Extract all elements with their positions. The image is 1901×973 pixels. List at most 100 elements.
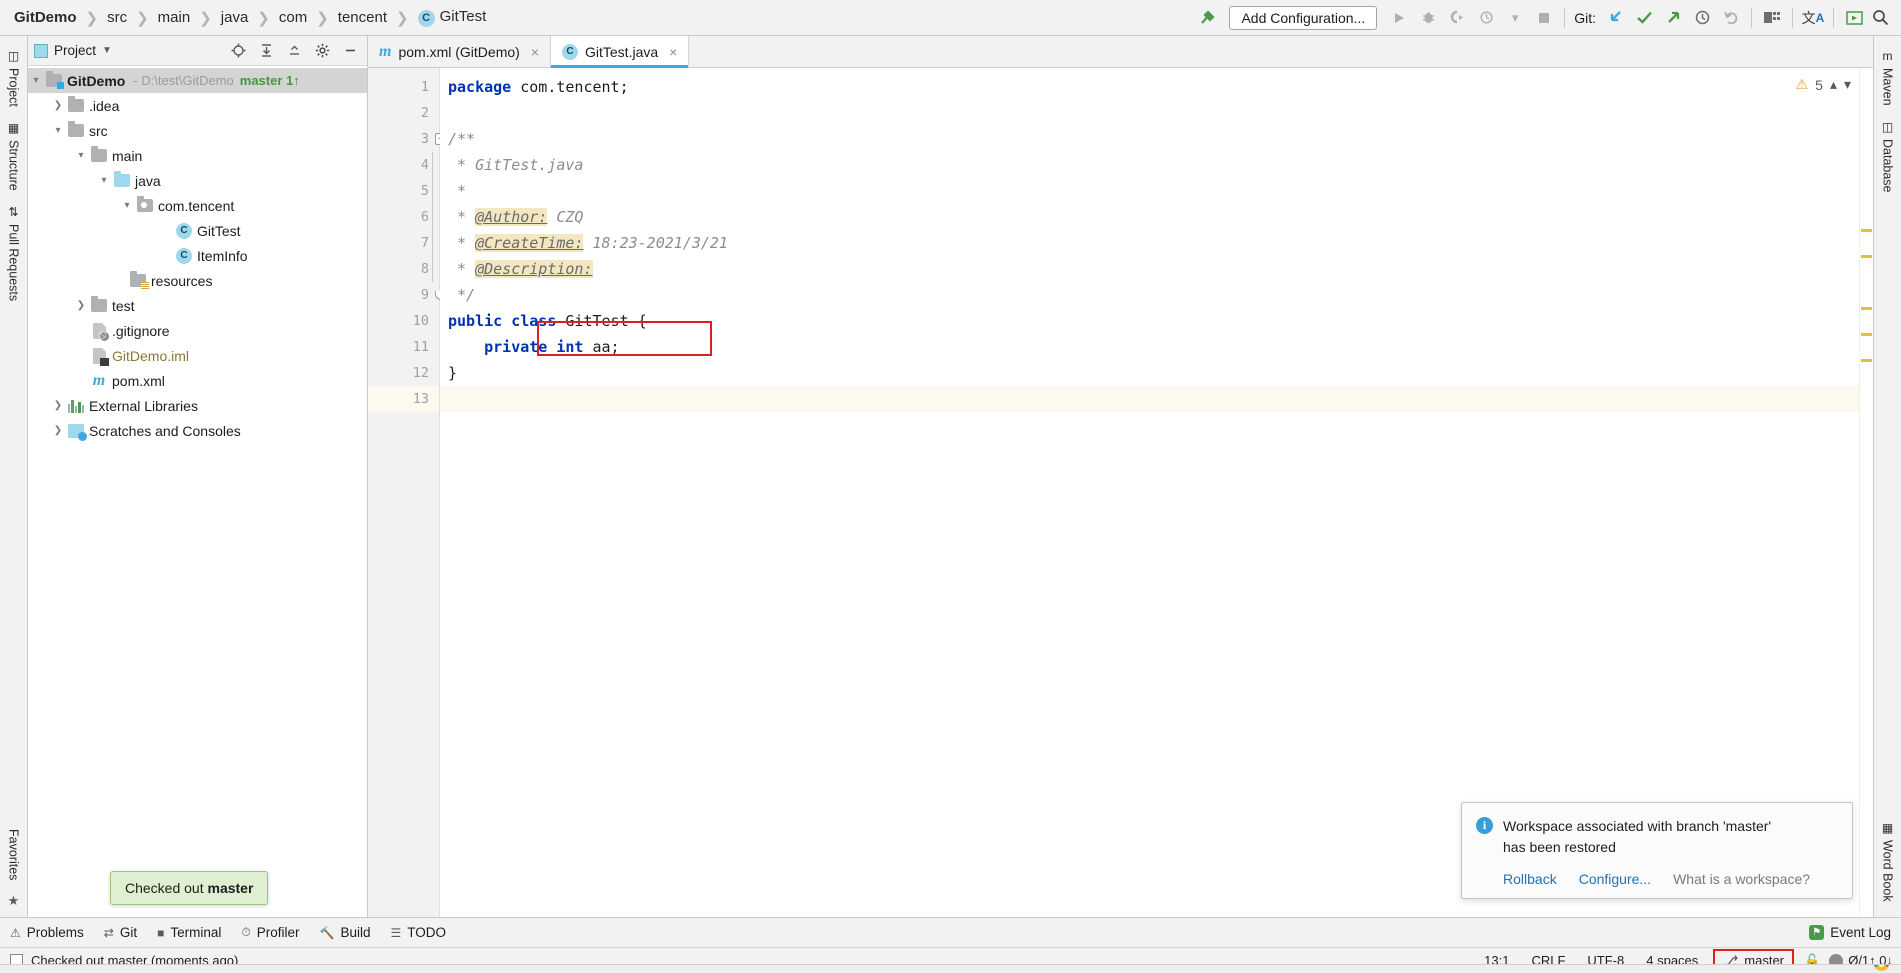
tab-gittest-java[interactable]: C GitTest.java ×: [551, 36, 690, 68]
breadcrumb-file[interactable]: C GitTest: [414, 8, 491, 27]
tree-row-gitdemo[interactable]: ▾ GitDemo - D:\test\GitDemo master 1↑: [28, 68, 367, 93]
tree-row-external-libraries[interactable]: ❯ External Libraries: [28, 393, 367, 418]
profile-icon[interactable]: [1473, 5, 1499, 31]
chevron-down-icon[interactable]: ▾: [50, 125, 66, 136]
git-history-icon[interactable]: [1689, 5, 1715, 31]
chevron-down-icon[interactable]: ▾: [96, 175, 112, 186]
checkout-tooltip-prefix: Checked out: [125, 880, 208, 896]
marker[interactable]: [1861, 255, 1872, 258]
chevron-right-icon[interactable]: ❯: [50, 100, 66, 111]
toolwindow-profiler[interactable]: ⏱ Profiler: [241, 925, 299, 940]
git-update-icon[interactable]: [1602, 5, 1628, 31]
tab-pom-xml[interactable]: m pom.xml (GitDemo) ×: [368, 36, 551, 67]
token-comment: *: [448, 260, 476, 278]
tree-row-gitignore[interactable]: ❯ ⃠ .gitignore: [28, 318, 367, 343]
right-rail-bottom: ▦ Word Book: [1881, 814, 1895, 917]
chevron-right-icon[interactable]: ❯: [50, 400, 66, 411]
project-tree[interactable]: ▾ GitDemo - D:\test\GitDemo master 1↑ ❯ …: [28, 66, 367, 917]
tree-row-gitdemo-iml[interactable]: ❯ GitDemo.iml: [28, 343, 367, 368]
tree-label: pom.xml: [112, 372, 165, 389]
chevron-down-icon[interactable]: ▾: [28, 75, 44, 86]
star-icon[interactable]: ★: [8, 893, 20, 909]
event-log-button[interactable]: ⚑ Event Log: [1809, 925, 1891, 940]
chevron-down-icon[interactable]: ▾: [119, 200, 135, 211]
rollback-link[interactable]: Rollback: [1503, 871, 1557, 887]
hammer-icon[interactable]: [1194, 5, 1220, 31]
tree-row-idea[interactable]: ❯ .idea: [28, 93, 367, 118]
tree-row-main[interactable]: ▾ main: [28, 143, 367, 168]
notification-balloon[interactable]: i Workspace associated with branch 'mast…: [1461, 802, 1853, 899]
stop-icon[interactable]: [1531, 5, 1557, 31]
tree-row-resources[interactable]: ❯ resources: [28, 268, 367, 293]
close-icon[interactable]: ×: [669, 44, 677, 60]
chevron-down-icon[interactable]: ▾: [1502, 5, 1528, 31]
inspection-widget[interactable]: ⚠ 5 ▴ ▾: [1796, 76, 1851, 93]
sidebar-item-maven[interactable]: m Maven: [1881, 42, 1895, 113]
tree-row-pom-xml[interactable]: ❯ m pom.xml: [28, 368, 367, 393]
toolwindow-problems[interactable]: ⚠ Problems: [10, 925, 84, 940]
toolwindow-todo[interactable]: ☰ TODO: [391, 925, 447, 940]
run-icon[interactable]: [1386, 5, 1412, 31]
hide-icon[interactable]: [339, 40, 361, 62]
token-comment: */: [448, 286, 476, 304]
sidebar-item-structure[interactable]: ▦ Structure: [7, 114, 21, 198]
breadcrumb-item-3[interactable]: java: [217, 9, 253, 26]
translate-icon[interactable]: 文A: [1800, 5, 1826, 31]
sidebar-item-favorites[interactable]: Favorites: [7, 822, 21, 887]
close-icon[interactable]: ×: [531, 44, 539, 60]
git-label: Git:: [1574, 9, 1596, 26]
toolwindow-build[interactable]: 🔨 Build: [320, 925, 371, 940]
code-editor[interactable]: ⚠ 5 ▴ ▾ 1 2 3− 4 5 6 7 8 9 10 11: [368, 68, 1873, 917]
tree-label: .idea: [89, 97, 120, 114]
search-everywhere-icon[interactable]: [1867, 5, 1893, 31]
chevron-down-icon[interactable]: ▾: [1844, 76, 1851, 93]
breadcrumb-item-0[interactable]: GitDemo: [10, 9, 81, 26]
chevron-down-icon[interactable]: ▾: [73, 150, 89, 161]
tree-row-scratches[interactable]: ❯ Scratches and Consoles: [28, 418, 367, 443]
marker[interactable]: [1861, 359, 1872, 362]
breadcrumb-item-1[interactable]: src: [103, 9, 131, 26]
tree-row-test[interactable]: ❯ test: [28, 293, 367, 318]
git-rollback-icon[interactable]: [1718, 5, 1744, 31]
marker[interactable]: [1861, 307, 1872, 310]
project-structure-icon[interactable]: [1759, 5, 1785, 31]
libraries-icon: [66, 399, 86, 413]
debug-icon[interactable]: [1415, 5, 1441, 31]
marker[interactable]: [1861, 229, 1872, 232]
breadcrumb-item-5[interactable]: tencent: [334, 9, 391, 26]
git-push-icon[interactable]: [1660, 5, 1686, 31]
chevron-right-icon[interactable]: ❯: [50, 425, 66, 436]
chevron-right-icon[interactable]: ❯: [73, 300, 89, 311]
sidebar-item-project[interactable]: ◫ Project: [7, 42, 21, 114]
code-content[interactable]: package com.tencent; /** * GitTest.java …: [440, 68, 1859, 917]
settings-icon[interactable]: [311, 40, 333, 62]
chevron-up-icon[interactable]: ▴: [1830, 76, 1837, 93]
breadcrumb-item-2[interactable]: main: [154, 9, 195, 26]
code-line-1: package com.tencent;: [440, 74, 1859, 100]
collapse-all-icon[interactable]: [283, 40, 305, 62]
marker-stripe[interactable]: [1859, 68, 1873, 917]
chrome-icon[interactable]: [1874, 965, 1889, 971]
configure-link[interactable]: Configure...: [1579, 871, 1651, 887]
tree-row-iteminfo[interactable]: ❯ C ItemInfo: [28, 243, 367, 268]
tree-row-com-tencent[interactable]: ▾ com.tencent: [28, 193, 367, 218]
expand-all-icon[interactable]: [255, 40, 277, 62]
git-commit-icon[interactable]: [1631, 5, 1657, 31]
breadcrumb-item-4[interactable]: com: [275, 9, 311, 26]
toolwindow-git[interactable]: ⇄ Git: [104, 925, 137, 940]
sidebar-item-database[interactable]: ◫ Database: [1881, 113, 1895, 200]
locate-icon[interactable]: [227, 40, 249, 62]
chevron-down-icon[interactable]: ▼: [102, 45, 112, 56]
what-is-workspace-link[interactable]: What is a workspace?: [1673, 871, 1810, 887]
add-configuration-button[interactable]: Add Configuration...: [1229, 5, 1378, 30]
tree-row-src[interactable]: ▾ src: [28, 118, 367, 143]
sidebar-item-word-book[interactable]: ▦ Word Book: [1881, 814, 1895, 909]
tree-row-gittest[interactable]: ❯ C GitTest: [28, 218, 367, 243]
tree-row-java[interactable]: ▾ java: [28, 168, 367, 193]
presentation-icon[interactable]: [1841, 5, 1867, 31]
toolwindow-terminal[interactable]: ■ Terminal: [157, 925, 221, 940]
sidebar-item-pull-requests[interactable]: ⇅ Pull Requests: [7, 198, 21, 308]
toolwindow-label: Build: [340, 925, 371, 940]
run-coverage-icon[interactable]: [1444, 5, 1470, 31]
marker[interactable]: [1861, 333, 1872, 336]
